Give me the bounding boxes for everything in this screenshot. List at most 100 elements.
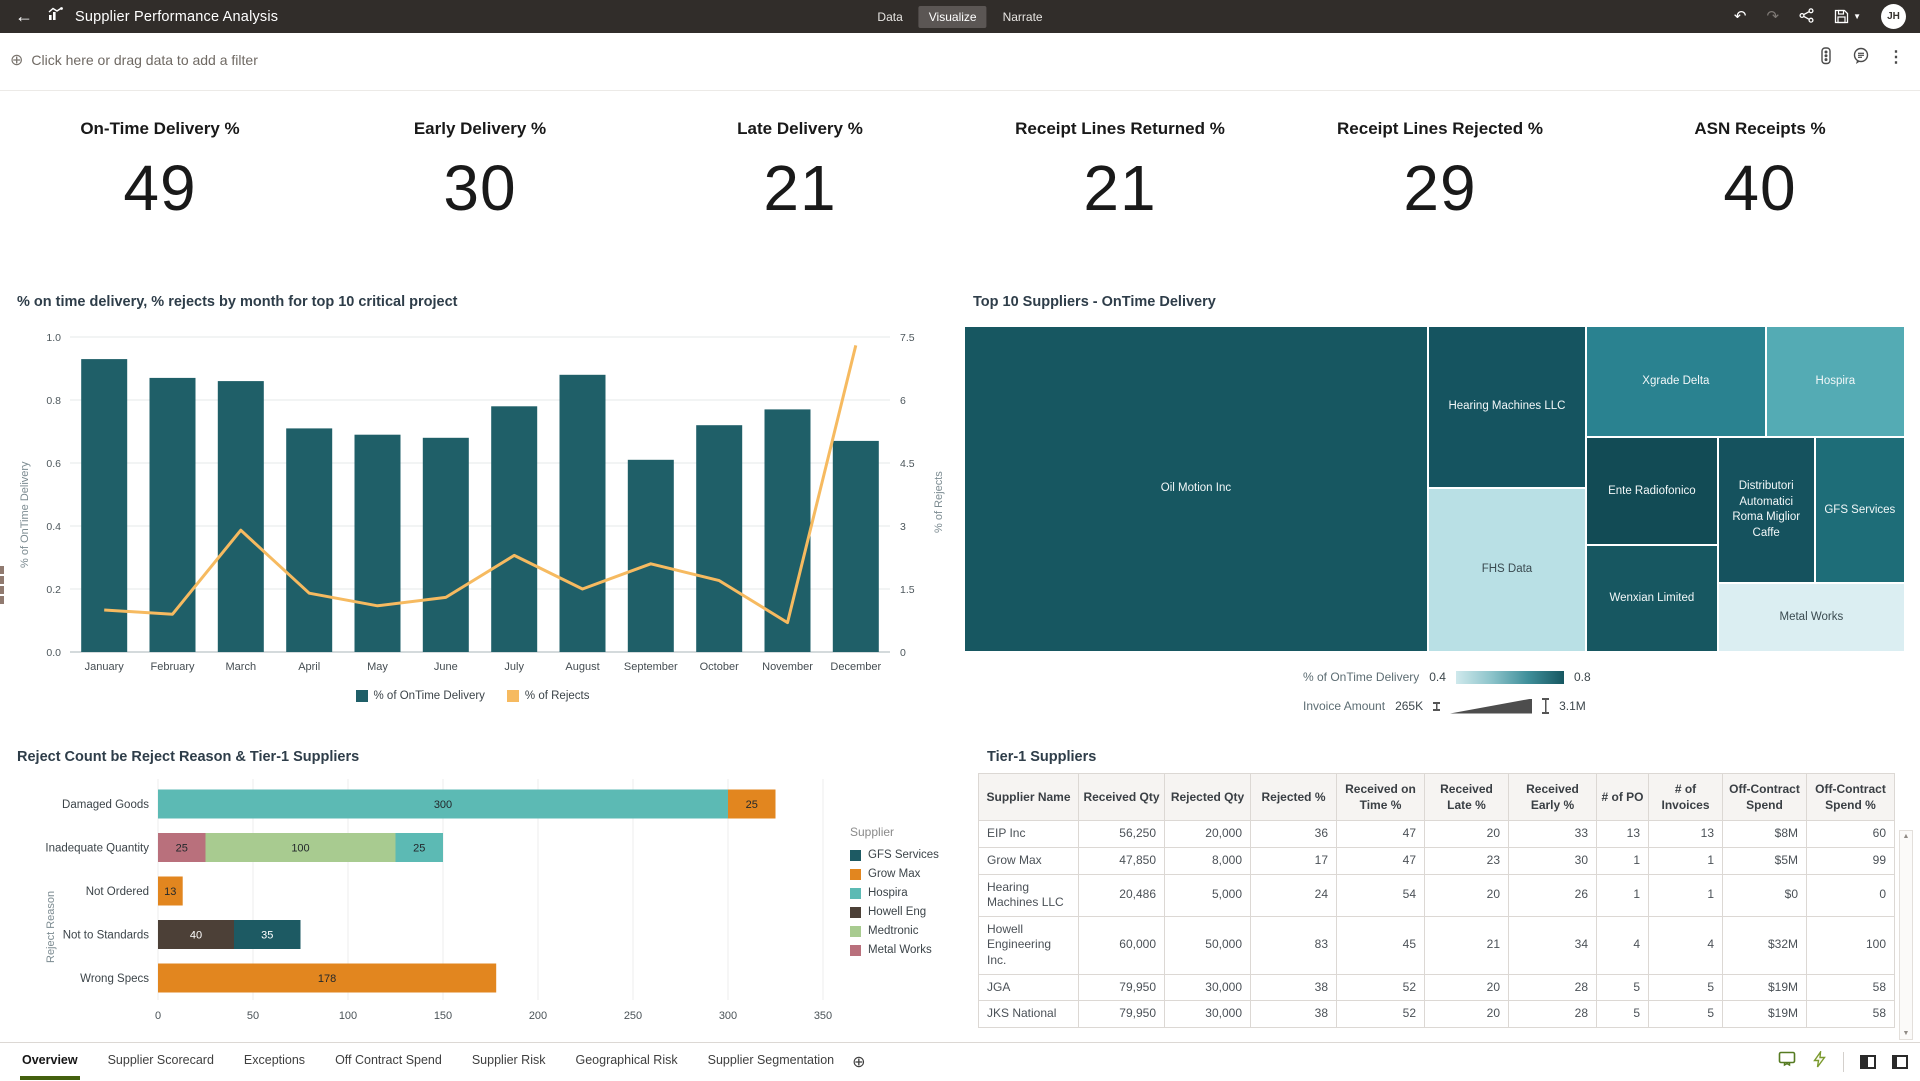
kpi-tile[interactable]: On-Time Delivery % 49 (0, 91, 320, 276)
reject-legend-item[interactable]: GFS Services (850, 849, 939, 861)
bar-september[interactable] (628, 460, 674, 652)
kpi-tile[interactable]: Early Delivery % 30 (320, 91, 640, 276)
canvas-tab-off-contract-spend[interactable]: Off Contract Spend (333, 1043, 444, 1080)
table-row[interactable]: EIP Inc56,25020,000364720331313$8M60 (979, 821, 1895, 848)
svg-text:May: May (367, 661, 388, 673)
treemap-tile[interactable]: Metal Works (1718, 583, 1905, 652)
redo-icon[interactable]: ↷ (1767, 9, 1780, 24)
treemap-tile[interactable]: Xgrade Delta (1586, 326, 1766, 437)
suppliers-table-panel[interactable]: Tier-1 Suppliers Supplier NameReceived Q… (977, 733, 1913, 1040)
user-avatar[interactable]: JH (1881, 4, 1906, 29)
bar-may[interactable] (355, 435, 401, 652)
kpi-tile[interactable]: Receipt Lines Returned % 21 (960, 91, 1280, 276)
bar-november[interactable] (765, 409, 811, 652)
treemap-tile[interactable]: Hearing Machines LLC (1428, 326, 1586, 488)
canvas-tab-supplier-scorecard[interactable]: Supplier Scorecard (106, 1043, 216, 1080)
scroll-down-icon[interactable]: ▼ (1900, 1030, 1912, 1037)
save-button[interactable]: ▼ (1834, 9, 1861, 24)
bar-december[interactable] (833, 441, 879, 652)
insights-icon[interactable] (1852, 47, 1870, 69)
table-row[interactable]: JKS National79,95030,0003852202855$19M58 (979, 1001, 1895, 1028)
reject-chart-panel[interactable]: Reject Count be Reject Reason & Tier-1 S… (5, 733, 957, 1040)
scroll-up-icon[interactable]: ▲ (1900, 833, 1912, 840)
bar-april[interactable] (286, 428, 332, 652)
mode-tab-visualize[interactable]: Visualize (919, 6, 987, 28)
undo-icon[interactable]: ↶ (1734, 9, 1747, 24)
table-cell: $5M (1723, 847, 1807, 874)
canvas-tab-supplier-risk[interactable]: Supplier Risk (470, 1043, 548, 1080)
table-header-cell[interactable]: Supplier Name (979, 774, 1079, 821)
layout-panel-thin-icon[interactable] (1892, 1055, 1908, 1069)
treemap-tile[interactable]: GFS Services (1815, 437, 1905, 583)
bar-march[interactable] (218, 381, 264, 652)
table-scrollbar[interactable]: ▲ ▼ (1899, 830, 1913, 1040)
treemap-panel[interactable]: Top 10 Suppliers - OnTime Delivery Oil M… (963, 278, 1913, 730)
rejects-line[interactable] (104, 345, 856, 622)
table-cell: 28 (1509, 974, 1597, 1001)
treemap-tile[interactable]: Ente Radiofonico (1586, 437, 1718, 545)
table-header-cell[interactable]: # of PO (1597, 774, 1649, 821)
reject-chart: 050100150200250300350Damaged Goods30025I… (5, 763, 845, 1040)
bar-july[interactable] (491, 406, 537, 652)
svg-text:July: July (504, 661, 524, 673)
table-header-cell[interactable]: Received Qty (1079, 774, 1165, 821)
table-header-cell[interactable]: Rejected Qty (1165, 774, 1251, 821)
table-header-cell[interactable]: Received Late % (1425, 774, 1509, 821)
table-header-cell[interactable]: Off-Contract Spend % (1807, 774, 1895, 821)
treemap-tile[interactable]: Hospira (1766, 326, 1905, 437)
svg-text:25: 25 (413, 843, 425, 855)
legend-item[interactable]: % of OnTime Delivery (356, 690, 485, 702)
canvas-tab-supplier-segmentation[interactable]: Supplier Segmentation (706, 1043, 836, 1080)
bar-october[interactable] (696, 425, 742, 652)
table-header-cell[interactable]: Off-Contract Spend (1723, 774, 1807, 821)
table-cell: 30,000 (1165, 974, 1251, 1001)
more-options-icon[interactable]: ⋮ (1888, 50, 1904, 66)
treemap-tile[interactable]: Wenxian Limited (1586, 545, 1718, 652)
svg-text:7.5: 7.5 (900, 332, 915, 344)
add-canvas-icon[interactable]: ⊕ (852, 1052, 865, 1072)
table-row[interactable]: Hearing Machines LLC20,4865,000245420261… (979, 874, 1895, 916)
table-cell: 20 (1425, 1001, 1509, 1028)
reject-legend-item[interactable]: Metal Works (850, 944, 939, 956)
reject-legend-item[interactable]: Medtronic (850, 925, 939, 937)
bar-january[interactable] (81, 359, 127, 652)
treemap-tile[interactable]: Oil Motion Inc (964, 326, 1428, 652)
layout-panel-left-icon[interactable] (1860, 1055, 1876, 1069)
conditional-formatting-icon[interactable] (1818, 47, 1834, 69)
mode-tab-data[interactable]: Data (867, 6, 912, 28)
table-row[interactable]: JGA79,95030,0003852202855$19M58 (979, 974, 1895, 1001)
kpi-tile[interactable]: ASN Receipts % 40 (1600, 91, 1920, 276)
canvas-tab-exceptions[interactable]: Exceptions (242, 1043, 307, 1080)
bar-february[interactable] (150, 378, 196, 652)
reject-legend-item[interactable]: Hospira (850, 887, 939, 899)
svg-text:300: 300 (719, 1010, 737, 1022)
reject-legend-item[interactable]: Howell Eng (850, 906, 939, 918)
table-cell: 56,250 (1079, 821, 1165, 848)
table-header-cell[interactable]: Received Early % (1509, 774, 1597, 821)
table-row[interactable]: Howell Engineering Inc.60,00050,00083452… (979, 916, 1895, 974)
table-header-cell[interactable]: Received on Time % (1337, 774, 1425, 821)
canvas-tab-geographical-risk[interactable]: Geographical Risk (573, 1043, 679, 1080)
bar-august[interactable] (560, 375, 606, 652)
svg-text:0: 0 (155, 1010, 161, 1022)
add-filter-target[interactable]: ⊕ Click here or drag data to add a filte… (10, 50, 258, 70)
present-mode-icon[interactable] (1778, 1051, 1796, 1073)
combo-chart-panel[interactable]: % on time delivery, % rejects by month f… (5, 278, 940, 730)
share-icon[interactable] (1799, 8, 1814, 26)
canvas-tab-overview[interactable]: Overview (20, 1043, 80, 1080)
table-cell: 83 (1251, 916, 1337, 974)
treemap-tile[interactable]: Distributori Automatici Roma Miglior Caf… (1718, 437, 1815, 583)
mode-tab-narrate[interactable]: Narrate (993, 6, 1053, 28)
legend-item[interactable]: % of Rejects (507, 690, 590, 702)
reject-legend-item[interactable]: Grow Max (850, 868, 939, 880)
table-header-cell[interactable]: # of Invoices (1649, 774, 1723, 821)
bar-june[interactable] (423, 438, 469, 652)
kpi-tile[interactable]: Late Delivery % 21 (640, 91, 960, 276)
kpi-tile[interactable]: Receipt Lines Rejected % 29 (1280, 91, 1600, 276)
treemap-tile-label: Ente Radiofonico (1608, 484, 1696, 500)
back-button[interactable]: ← (12, 6, 36, 27)
auto-insights-icon[interactable] (1812, 1051, 1827, 1073)
table-row[interactable]: Grow Max47,8508,0001747233011$5M99 (979, 847, 1895, 874)
treemap-tile[interactable]: FHS Data (1428, 488, 1586, 652)
table-header-cell[interactable]: Rejected % (1251, 774, 1337, 821)
